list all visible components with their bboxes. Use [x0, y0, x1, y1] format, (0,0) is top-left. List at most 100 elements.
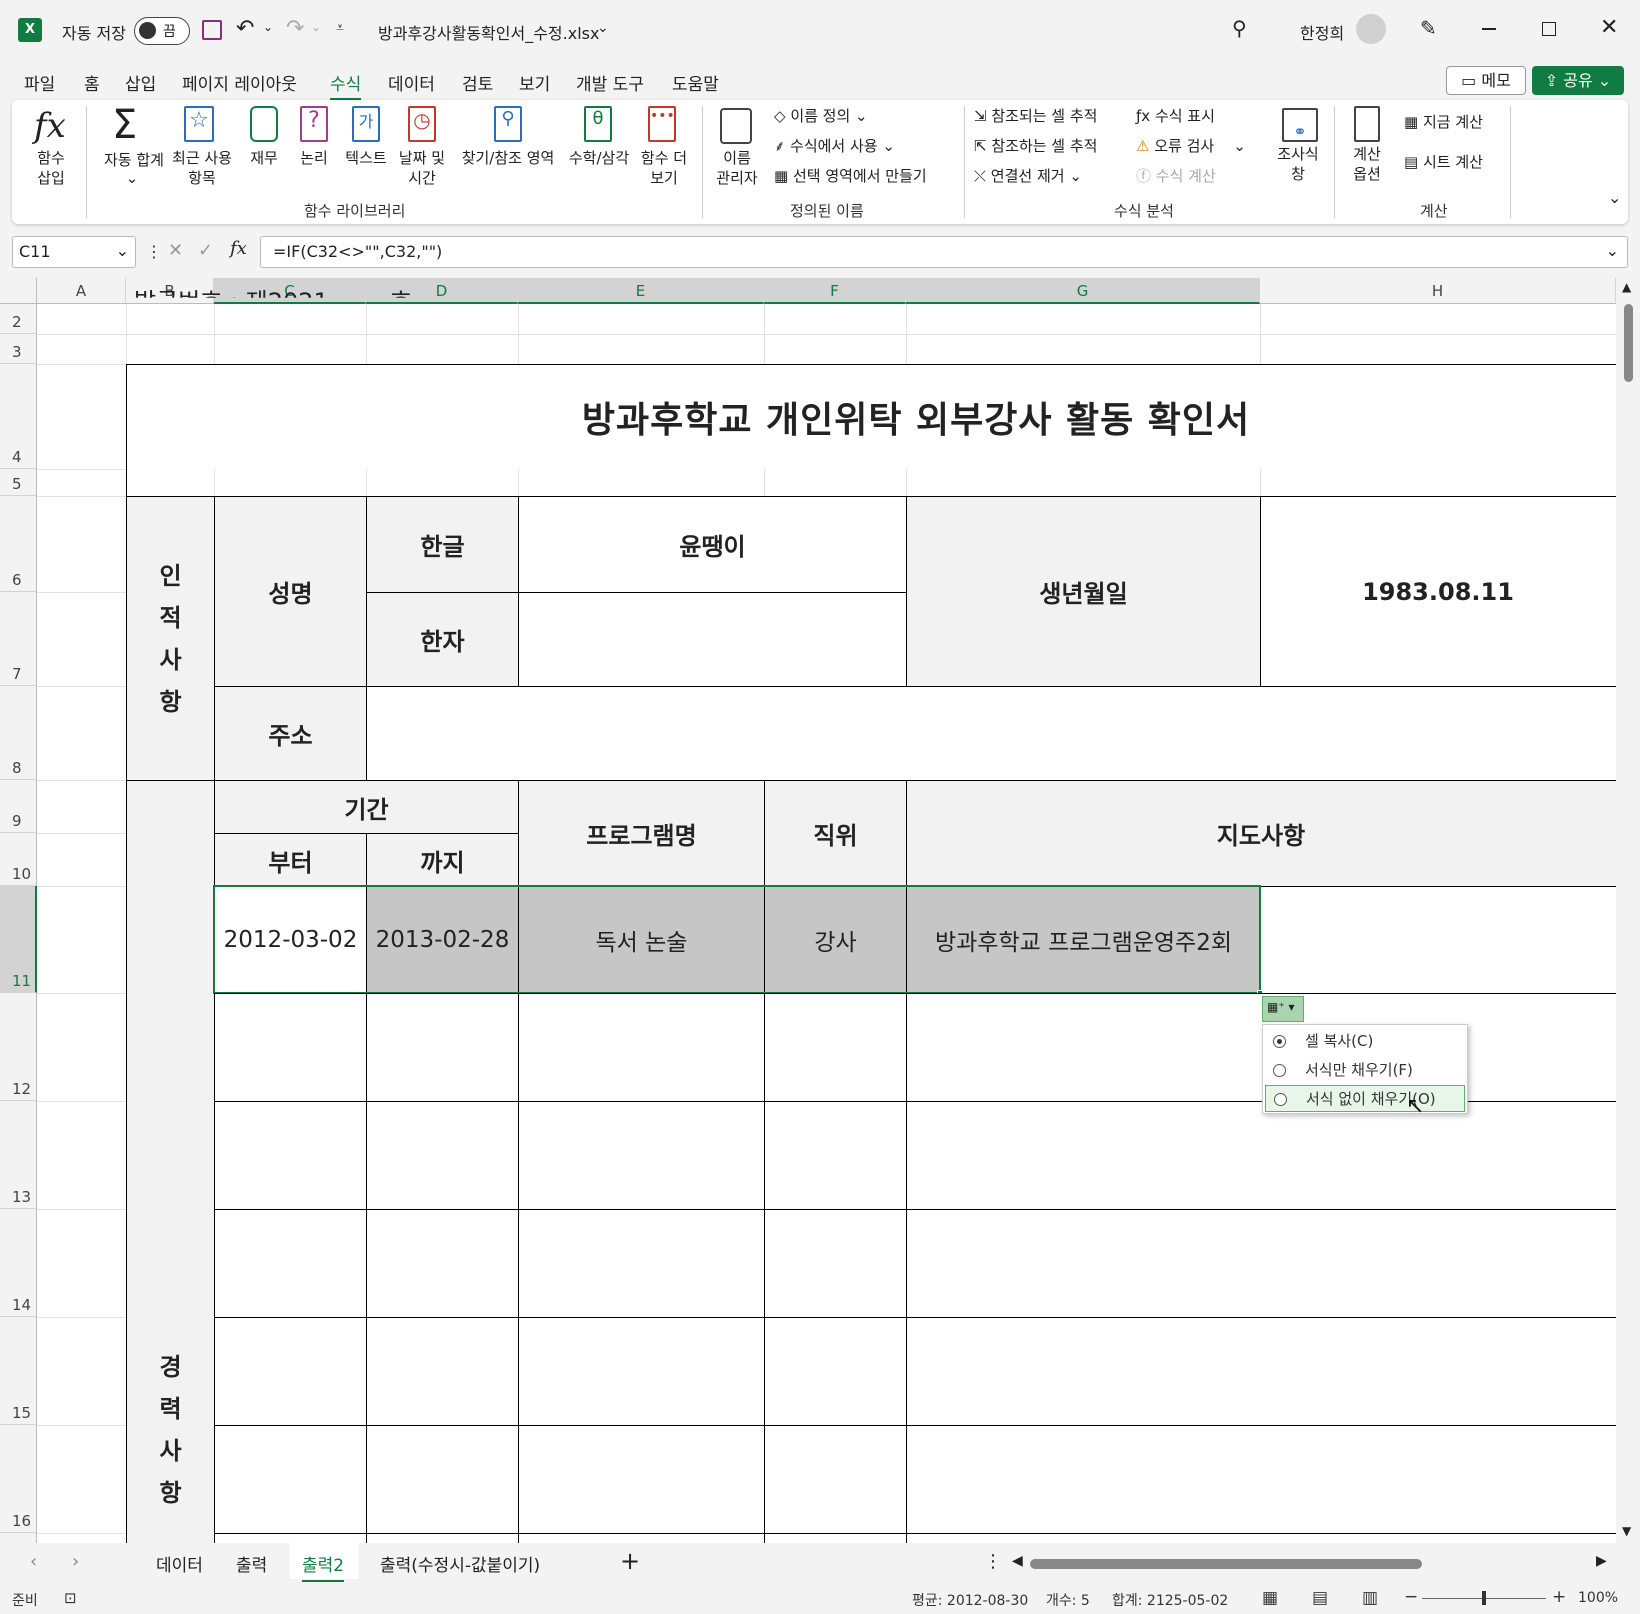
scroll-left-icon[interactable]: ◀ [1012, 1553, 1023, 1569]
empty-cell[interactable] [518, 1317, 765, 1426]
horizontal-scrollbar[interactable] [1030, 1559, 1422, 1569]
datetime-button[interactable]: 날짜 및 시간 [394, 148, 450, 188]
empty-cell[interactable] [366, 1425, 519, 1534]
zoom-level[interactable]: 100% [1578, 1590, 1618, 1606]
row-header[interactable]: 2 [0, 304, 37, 334]
calculate-sheet-button[interactable]: ▤ 시트 계산 [1404, 152, 1483, 172]
empty-cell[interactable] [366, 1209, 519, 1318]
accessibility-icon[interactable]: ⊡ [64, 1589, 77, 1607]
formula-input[interactable]: =IF(C32<>"",C32,"") ⌄ [260, 236, 1628, 268]
menu-view[interactable]: 보기 [519, 70, 550, 95]
row-header[interactable]: 6 [0, 496, 37, 592]
watch-window-button[interactable]: 조사식 창 [1268, 144, 1328, 184]
menu-formulas[interactable]: 수식 [330, 70, 362, 101]
normal-view-icon[interactable]: ▦ [1262, 1588, 1278, 1608]
empty-cell[interactable] [764, 1533, 907, 1543]
menu-help[interactable]: 도움말 [672, 70, 719, 95]
sheet-tab-data[interactable]: 데이터 [156, 1551, 203, 1576]
col-header-g[interactable]: G [906, 278, 1260, 304]
more-functions-button[interactable]: 함수 더 보기 [636, 148, 692, 188]
name-manager-button[interactable]: 이름 관리자 [712, 148, 762, 188]
row-header[interactable]: 15 [0, 1317, 37, 1425]
menu-home[interactable]: 홈 [84, 70, 100, 95]
fill-without-formatting[interactable]: 서식 없이 채우기(O) [1265, 1085, 1465, 1112]
calculation-options-button[interactable]: 계산 옵션 [1342, 144, 1392, 184]
scroll-thumb[interactable] [1624, 304, 1633, 382]
redo-dropdown-icon[interactable]: ⌄ [311, 20, 321, 34]
show-formulas-button[interactable]: ƒx 수식 표시 [1136, 106, 1215, 126]
row11-h[interactable] [1260, 886, 1640, 994]
menu-insert[interactable]: 삽입 [125, 70, 156, 95]
empty-cell[interactable] [518, 993, 765, 1102]
designer-icon[interactable]: ✎ [1420, 16, 1437, 40]
text-button[interactable]: 텍스트 [338, 148, 394, 168]
define-name-button[interactable]: ◇ 이름 정의 ⌄ [774, 106, 868, 126]
col-header-h[interactable]: H [1260, 278, 1616, 304]
status-average[interactable]: 평균: 2012-08-30 [912, 1590, 1028, 1610]
empty-cell[interactable] [764, 1425, 907, 1534]
empty-cell[interactable] [214, 1533, 367, 1543]
row-header[interactable]: 8 [0, 686, 37, 780]
row-header[interactable]: 4 [0, 364, 37, 469]
empty-cell[interactable] [906, 1209, 1640, 1318]
menu-file[interactable]: 파일 [24, 70, 55, 95]
empty-cell[interactable] [214, 1317, 367, 1426]
empty-cell[interactable] [518, 1101, 765, 1210]
menu-data[interactable]: 데이터 [388, 70, 435, 95]
sheet-tab-output[interactable]: 출력 [236, 1551, 267, 1576]
empty-cell[interactable] [764, 1209, 907, 1318]
zoom-out-icon[interactable]: − [1404, 1587, 1418, 1607]
empty-cell[interactable] [518, 1425, 765, 1534]
row-header[interactable]: 13 [0, 1101, 37, 1209]
empty-cell[interactable] [906, 1533, 1640, 1543]
memo-button[interactable]: ▭ 메모 [1446, 66, 1526, 95]
row-header[interactable]: 16 [0, 1425, 37, 1533]
row-header[interactable]: 12 [0, 993, 37, 1101]
autosum-button[interactable]: 자동 합계 [94, 150, 174, 170]
fill-format-only[interactable]: 서식만 채우기(F) [1265, 1057, 1465, 1084]
save-icon[interactable] [202, 20, 222, 40]
sheet-tab-output-edit[interactable]: 출력(수정시-값붙이기) [380, 1551, 540, 1576]
tab-splitter-icon[interactable]: ⋮ [984, 1551, 1002, 1572]
zoom-in-icon[interactable]: + [1552, 1587, 1566, 1607]
undo-dropdown-icon[interactable]: ⌄ [263, 20, 273, 34]
logical-button[interactable]: 논리 [294, 148, 334, 168]
empty-cell[interactable] [906, 1101, 1640, 1210]
empty-cell[interactable] [214, 1101, 367, 1210]
fill-copy-cells[interactable]: 셀 복사(C) [1265, 1028, 1465, 1055]
select-all-corner[interactable] [0, 278, 37, 304]
empty-cell[interactable] [214, 1209, 367, 1318]
row-header[interactable]: 11 [0, 886, 37, 993]
cancel-icon[interactable]: ✕ [168, 240, 183, 261]
more-options-icon[interactable]: ⋮ [146, 242, 162, 261]
name-box[interactable]: C11 ⌄ [12, 236, 136, 268]
scroll-up-icon[interactable]: ▲ [1622, 280, 1631, 294]
row-header[interactable]: 5 [0, 469, 37, 496]
insert-function-button[interactable]: 함수 삽입 [26, 148, 76, 188]
autosave-toggle[interactable]: 끔 [134, 17, 190, 45]
prev-sheet-icon[interactable]: ‹ [30, 1551, 37, 1572]
menu-developer[interactable]: 개발 도구 [576, 70, 644, 95]
menu-review[interactable]: 검토 [462, 70, 493, 95]
sheet-tab-output2[interactable]: 출력2 [302, 1551, 345, 1582]
col-header-e[interactable]: E [518, 278, 764, 304]
use-in-formula-button[interactable]: ⸙ 수식에서 사용 ⌄ [774, 136, 895, 156]
col-header-f[interactable]: F [764, 278, 906, 304]
empty-cell[interactable] [366, 1317, 519, 1426]
empty-cell[interactable] [764, 993, 907, 1102]
status-sum[interactable]: 합계: 2125-05-02 [1112, 1590, 1228, 1610]
empty-cell[interactable] [764, 1101, 907, 1210]
empty-cell[interactable] [214, 993, 367, 1102]
menu-page-layout[interactable]: 페이지 레이아웃 [182, 70, 297, 95]
autosum-dropdown-icon[interactable]: ⌄ [122, 168, 142, 188]
page-layout-view-icon[interactable]: ▤ [1312, 1588, 1328, 1608]
lookup-button[interactable]: 찾기/참조 영역 [458, 148, 558, 168]
calculate-now-button[interactable]: ▦ 지금 계산 [1404, 112, 1483, 132]
row-header[interactable]: 7 [0, 592, 37, 686]
page-break-view-icon[interactable]: ▥ [1362, 1588, 1378, 1608]
math-button[interactable]: 수학/삼각 [564, 148, 634, 168]
address-value[interactable] [366, 686, 1640, 781]
recent-used-button[interactable]: 최근 사용 항목 [166, 148, 238, 188]
empty-cell[interactable] [518, 1209, 765, 1318]
vertical-scrollbar[interactable]: ▲ ▼ [1616, 278, 1640, 1543]
